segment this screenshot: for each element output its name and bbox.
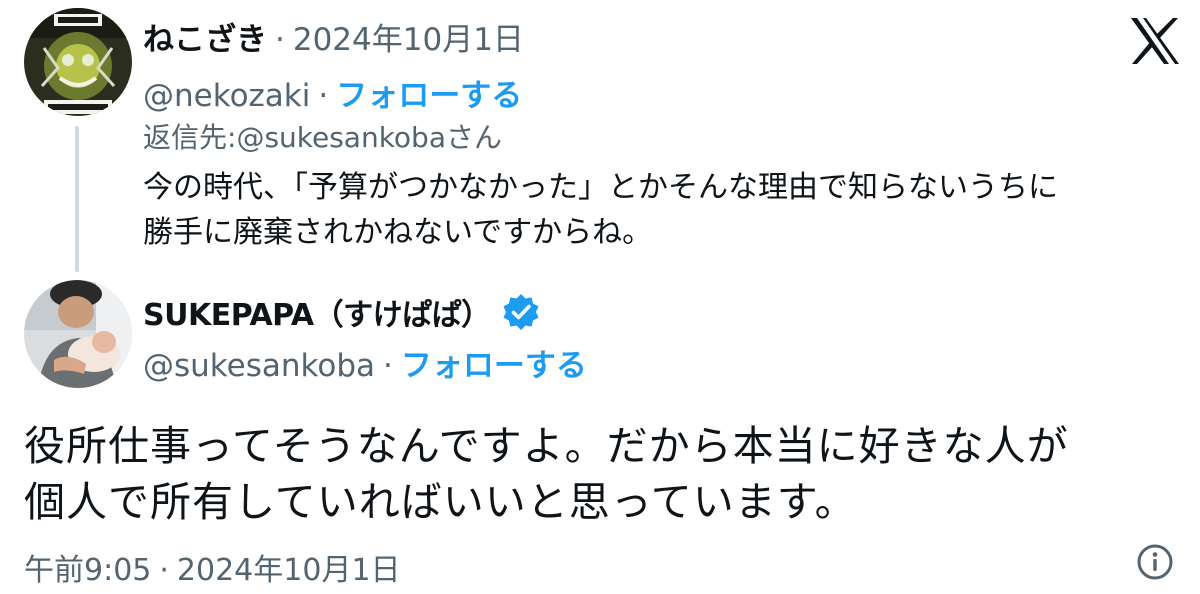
verified-badge-icon (501, 292, 541, 332)
main-handle-row: @sukesankoba · フォローする (143, 340, 587, 385)
reply-tweet-text: 今の時代、「予算がつかなかった」とかそんな理由で知らないうちに 勝手に廃棄されか… (143, 165, 1183, 255)
embedded-tweet-card: ねこざき · 2024年10月1日 @nekozaki · フォローする 返信先… (0, 0, 1200, 594)
follow-nekozaki-button[interactable]: フォローする (336, 70, 522, 115)
timestamp-separator: · (159, 553, 169, 588)
reply-display-name[interactable]: ねこざき (143, 14, 267, 59)
tweet-time: 午前9:05 (24, 553, 152, 588)
header-separator: · (275, 22, 285, 58)
main-text-line: 役所仕事ってそうなんですよ。だから本当に好きな人が (24, 422, 1069, 470)
handle-separator: · (383, 348, 393, 384)
reply-handle[interactable]: @nekozaki (143, 78, 310, 114)
main-text-line: 個人で所有していればいいと思っています。 (24, 478, 857, 526)
x-logo-icon[interactable] (1129, 16, 1181, 66)
main-handle[interactable]: @sukesankoba (143, 348, 375, 384)
nekozaki-avatar[interactable] (24, 8, 132, 116)
main-tweet-text: 役所仕事ってそうなんですよ。だから本当に好きな人が 個人で所有していればいいと思… (24, 418, 1184, 530)
thread-connector-line (75, 126, 79, 272)
reply-tweet-date[interactable]: 2024年10月1日 (293, 14, 524, 59)
tweet-timestamp[interactable]: 午前9:05 · 2024年10月1日 (24, 545, 401, 589)
info-icon[interactable] (1136, 543, 1174, 581)
sukesankoba-avatar[interactable] (24, 280, 132, 388)
replying-to: 返信先: @sukesankoba さん (143, 116, 502, 156)
reply-handle-row: @nekozaki · フォローする (143, 70, 522, 115)
replying-to-prefix: 返信先: (143, 121, 237, 154)
reply-text-line: 勝手に廃棄されかねないですからね。 (143, 215, 653, 250)
reply-text-line: 今の時代、「予算がつかなかった」とかそんな理由で知らないうちに (143, 170, 1058, 205)
follow-sukesankoba-button[interactable]: フォローする (401, 340, 587, 385)
replying-to-handle[interactable]: @sukesankoba (236, 121, 446, 154)
handle-separator: · (318, 78, 329, 114)
reply-tweet-header: ねこざき · 2024年10月1日 (143, 14, 524, 59)
main-display-name[interactable]: SUKEPAPA（すけぱぱ） (143, 290, 491, 334)
replying-to-suffix: さん (446, 121, 503, 154)
tweet-date: 2024年10月1日 (176, 553, 401, 588)
main-tweet-header: SUKEPAPA（すけぱぱ） (143, 290, 541, 334)
